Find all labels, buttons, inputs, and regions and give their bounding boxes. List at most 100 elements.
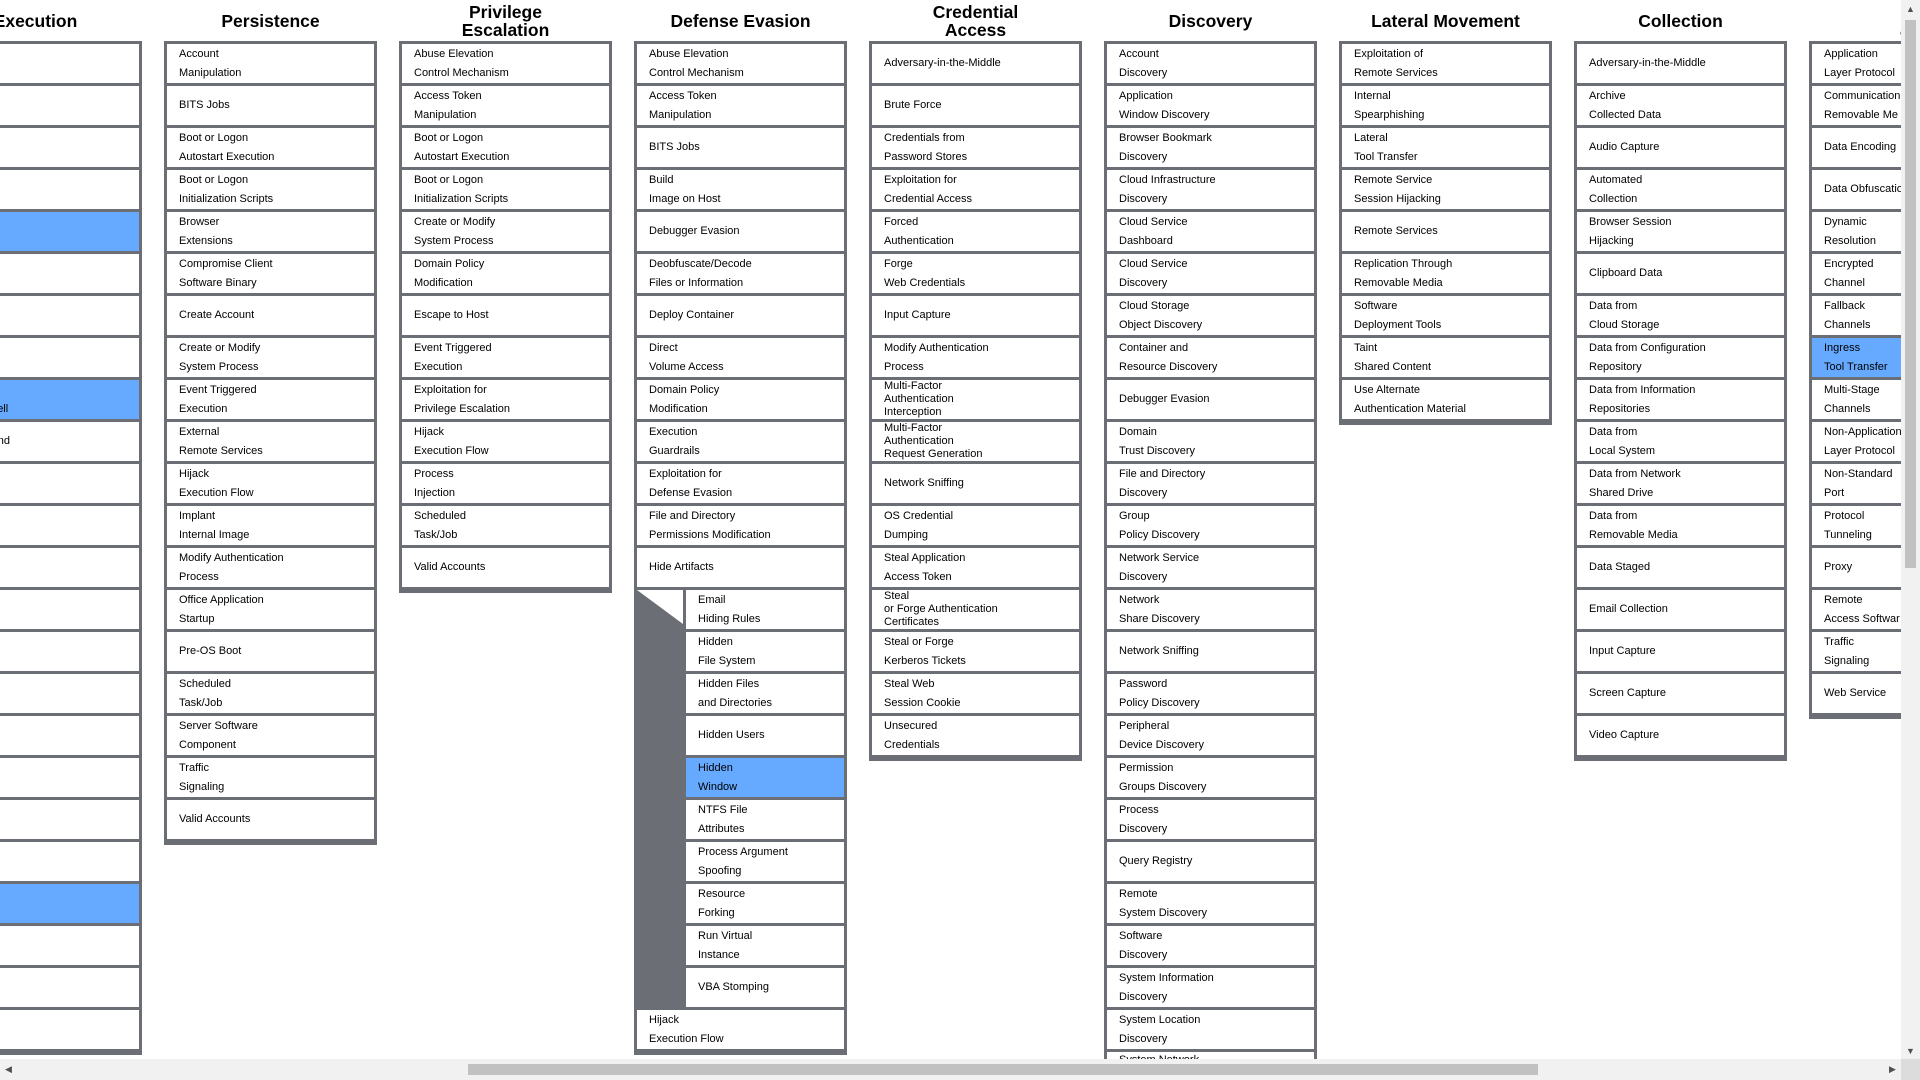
technique-cell[interactable]: Brute Force [872,86,1079,128]
technique-cell[interactable]: tainer [0,464,139,506]
technique-cell[interactable]: Multi-Factor Authentication Interception [872,380,1079,422]
technique-cell[interactable]: File and Directory Permissions Modificat… [637,506,844,548]
technique-cell[interactable]: Group Policy Discovery [1107,506,1314,548]
technique-cell[interactable]: BITS Jobs [167,86,374,128]
scroll-down-arrow-icon[interactable]: ▼ [1901,1042,1920,1059]
technique-cell[interactable]: Encrypted Channel [1812,254,1901,296]
technique-cell[interactable]: Data from Removable Media [1577,506,1784,548]
technique-cell[interactable]: Hijack Execution Flow [167,464,374,506]
technique-cell[interactable]: s tion [0,548,139,590]
technique-cell[interactable]: BITS Jobs [637,128,844,170]
technique-cell[interactable]: NTFS File Attributes [683,800,844,842]
technique-cell[interactable]: werShell [0,212,139,254]
technique-cell[interactable]: Password Policy Discovery [1107,674,1314,716]
technique-cell[interactable]: Network Sniffing [1107,632,1314,674]
technique-cell[interactable]: ndows mmand Shell [0,380,139,422]
horizontal-scroll-thumb[interactable] [468,1064,1538,1075]
technique-cell[interactable] [0,632,139,674]
technique-cell[interactable]: for ution [0,506,139,548]
technique-cell[interactable]: Boot or Logon Autostart Execution [167,128,374,170]
technique-cell[interactable]: Software Discovery [1107,926,1314,968]
technique-cell[interactable]: Remote Services [1342,212,1549,254]
tactic-header[interactable]: Collection [1574,0,1787,41]
technique-cell[interactable]: Audio Capture [1577,128,1784,170]
technique-cell[interactable]: Run Virtual Instance [683,926,844,968]
technique-cell[interactable]: Traffic Signaling [1812,632,1901,674]
tactic-header[interactable]: Discovery [1104,0,1317,41]
technique-cell[interactable]: Access Token Manipulation [637,86,844,128]
technique-cell[interactable]: Modify Authentication Process [167,548,374,590]
technique-cell[interactable]: Account Manipulation [167,44,374,86]
technique-cell[interactable]: Create or Modify System Process [167,338,374,380]
technique-cell[interactable]: Fallback Channels [1812,296,1901,338]
technique-cell[interactable]: Build Image on Host [637,170,844,212]
technique-cell[interactable]: External Remote Services [167,422,374,464]
technique-cell[interactable]: Hidden Window [683,758,844,800]
technique-cell[interactable]: Pre-OS Boot [167,632,374,674]
technique-cell[interactable]: ix Shell [0,296,139,338]
technique-cell[interactable] [0,674,139,716]
technique-cell[interactable]: tion [0,842,139,884]
technique-cell[interactable]: Peripheral Device Discovery [1107,716,1314,758]
tactic-header[interactable]: Execution [0,0,142,41]
technique-cell[interactable]: and erpreter [0,44,139,86]
technique-cell[interactable]: Implant Internal Image [167,506,374,548]
technique-cell[interactable]: Taint Shared Content [1342,338,1549,380]
technique-cell[interactable]: OS Credential Dumping [872,506,1079,548]
technique-cell[interactable]: Deobfuscate/Decode Files or Information [637,254,844,296]
technique-cell[interactable]: Web Service [1812,674,1901,716]
technique-cell[interactable]: Event Triggered Execution [402,338,609,380]
technique-cell[interactable]: Tools [0,758,139,800]
technique-cell[interactable]: alicious k [0,968,139,1010]
technique-cell[interactable]: Data Encoding [1812,128,1901,170]
technique-cell[interactable]: Browser Bookmark Discovery [1107,128,1314,170]
technique-cell[interactable]: Escape to Host [402,296,609,338]
technique-cell[interactable]: Application Layer Protocol [1812,44,1901,86]
technique-cell[interactable]: ules [0,716,139,758]
technique-cell[interactable]: Archive Collected Data [1577,86,1784,128]
tactic-header[interactable]: Persistence [164,0,377,41]
technique-cell[interactable]: Account Discovery [1107,44,1314,86]
technique-cell[interactable]: Hijack Execution Flow [637,1010,844,1052]
technique-cell[interactable]: Deploy Container [637,296,844,338]
technique-cell[interactable]: Hidden Users [683,716,844,758]
technique-cell[interactable]: System Location Discovery [1107,1010,1314,1052]
technique-cell[interactable]: Communication Removable Me [1812,86,1901,128]
technique-cell[interactable]: Cloud Service Dashboard [1107,212,1314,254]
technique-cell[interactable]: Data Obfuscatio [1812,170,1901,212]
technique-cell[interactable]: Automated Collection [1577,170,1784,212]
technique-cell[interactable]: Credentials from Password Stores [872,128,1079,170]
scroll-up-arrow-icon[interactable]: ▲ [1901,0,1920,17]
tactic-header[interactable]: Credential Access [869,0,1082,41]
technique-cell[interactable]: Office Application Startup [167,590,374,632]
technique-cell[interactable]: Data from Configuration Repository [1577,338,1784,380]
technique-cell[interactable]: Software Deployment Tools [1342,296,1549,338]
technique-cell[interactable]: Direct Volume Access [637,338,844,380]
technique-cell[interactable]: Exploitation for Privilege Escalation [402,380,609,422]
technique-cell[interactable]: Proxy [1812,548,1901,590]
technique-cell[interactable]: Server Software Component [167,716,374,758]
technique-cell[interactable]: Adversary-in-the-Middle [872,44,1079,86]
technique-cell[interactable]: Valid Accounts [402,548,609,590]
technique-cell[interactable]: Data Staged [1577,548,1784,590]
technique-cell[interactable]: Container and Resource Discovery [1107,338,1314,380]
technique-cell[interactable]: Hidden File System [683,632,844,674]
technique-cell[interactable]: Hide Artifacts [637,548,844,590]
technique-cell[interactable]: vaScript [0,128,139,170]
technique-cell[interactable]: Debugger Evasion [1107,380,1314,422]
technique-cell[interactable]: Browser Session Hijacking [1577,212,1784,254]
technique-cell[interactable]: Abuse Elevation Control Mechanism [402,44,609,86]
technique-cell[interactable]: Permission Groups Discovery [1107,758,1314,800]
technique-cell[interactable]: Multi-Factor Authentication Request Gene… [872,422,1079,464]
technique-cell[interactable]: Boot or Logon Autostart Execution [402,128,609,170]
technique-cell[interactable]: Application Window Discovery [1107,86,1314,128]
technique-cell[interactable]: Debugger Evasion [637,212,844,254]
technique-cell[interactable]: Network Sniffing [872,464,1079,506]
technique-cell[interactable]: Remote Service Session Hijacking [1342,170,1549,212]
technique-cell[interactable]: System Network [1107,1052,1314,1060]
technique-cell[interactable]: Create Account [167,296,374,338]
technique-cell[interactable]: System Information Discovery [1107,968,1314,1010]
technique-cell[interactable]: alicious age [0,926,139,968]
technique-cell[interactable]: vices [0,800,139,842]
technique-cell[interactable]: anagement tion [0,1010,139,1052]
